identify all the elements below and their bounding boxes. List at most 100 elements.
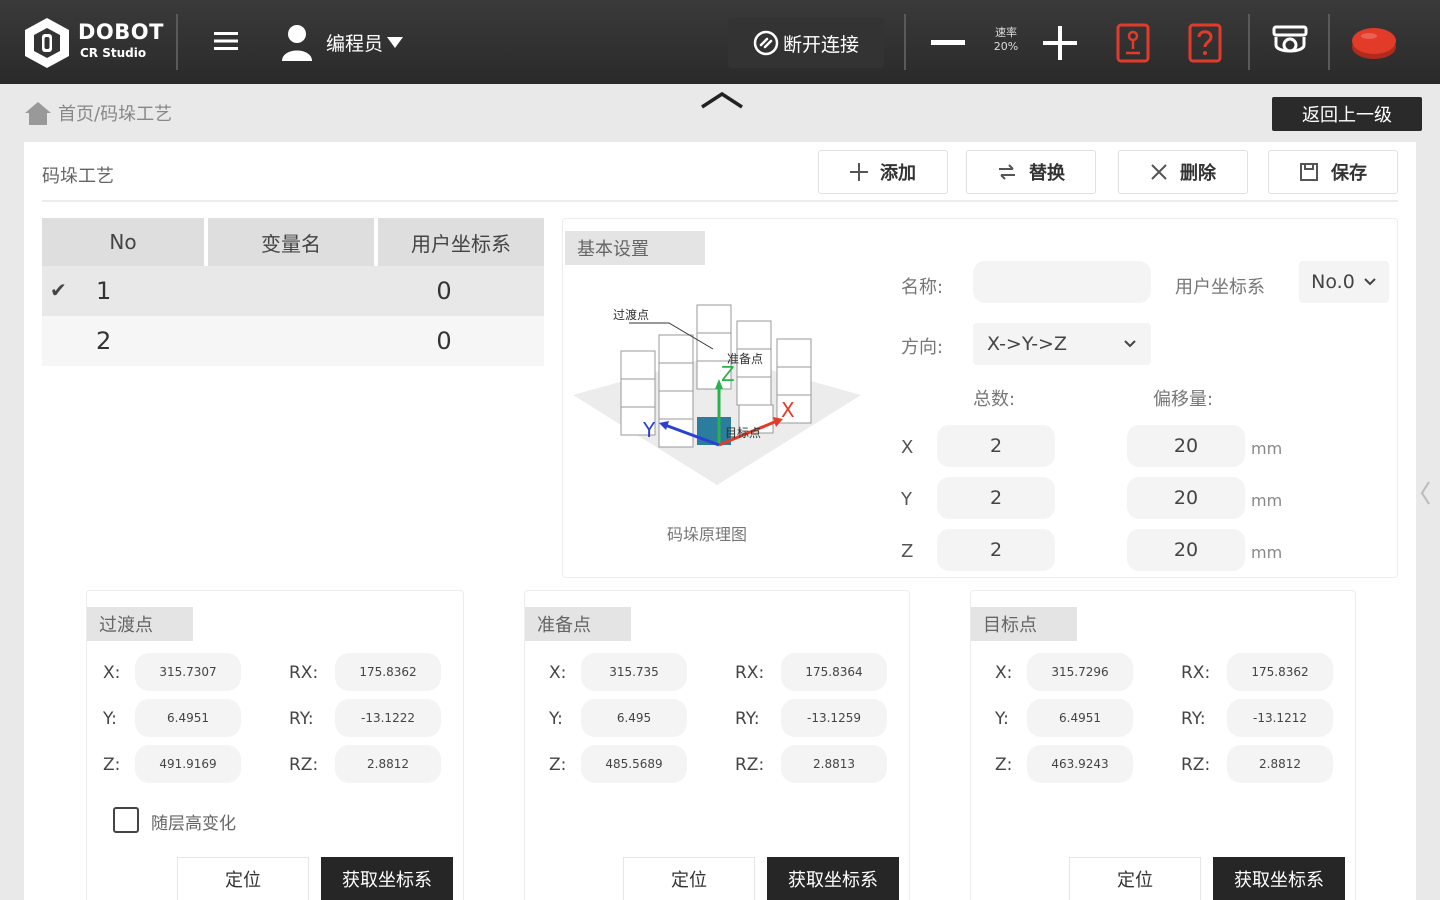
speed-value: 20%: [993, 40, 1019, 53]
x-label: X:: [995, 663, 1013, 683]
locate-button[interactable]: 定位: [623, 857, 755, 900]
column-header-variable[interactable]: 变量名: [208, 218, 378, 266]
direction-value: X->Y->Z: [987, 333, 1067, 355]
card-title: 过渡点: [87, 607, 193, 641]
offset-label: 偏移量:: [1153, 389, 1214, 410]
hamburger-menu-icon[interactable]: [212, 28, 240, 54]
dobot-logo: DOBOT CR Studio: [22, 16, 164, 70]
delete-label: 删除: [1180, 163, 1216, 184]
card-title: 准备点: [525, 607, 631, 641]
direction-select[interactable]: X->Y->Z: [973, 323, 1151, 365]
replace-button[interactable]: 替换: [966, 150, 1096, 194]
axis-x-row-label: X: [901, 437, 914, 458]
x-unit: mm: [1251, 439, 1283, 458]
save-icon: [1300, 163, 1318, 181]
z-value[interactable]: 463.9243: [1027, 745, 1133, 783]
palletizing-diagram-image: Z X Y 过渡点 准备点 目标点: [573, 304, 861, 485]
z-value[interactable]: 485.5689: [581, 745, 687, 783]
z-value[interactable]: 491.9169: [135, 745, 241, 783]
table-header: No 变量名 用户坐标系: [42, 218, 544, 266]
ry-value[interactable]: -13.1212: [1227, 699, 1333, 737]
rx-value[interactable]: 175.8364: [781, 653, 887, 691]
ry-value[interactable]: -13.1259: [781, 699, 887, 737]
divider: [1248, 14, 1250, 70]
add-label: 添加: [880, 163, 916, 184]
home-icon[interactable]: [24, 100, 52, 126]
emergency-stop-icon: [1352, 28, 1396, 59]
user-menu[interactable]: 编程员: [280, 22, 404, 62]
row-coord: 0: [436, 277, 452, 305]
rz-value[interactable]: 2.8813: [781, 745, 887, 783]
speed-label: 速率: [995, 26, 1017, 39]
y-value[interactable]: 6.495: [581, 699, 687, 737]
rz-value[interactable]: 2.8812: [1227, 745, 1333, 783]
delete-button[interactable]: 删除: [1118, 150, 1248, 194]
chevron-down-icon: [1364, 278, 1376, 286]
get-coordinate-button[interactable]: 获取坐标系: [767, 857, 899, 900]
y-value[interactable]: 6.4951: [135, 699, 241, 737]
z-label: Z:: [549, 755, 567, 775]
camera-button[interactable]: [1268, 20, 1312, 66]
save-button[interactable]: 保存: [1268, 150, 1398, 194]
divider: [1328, 14, 1330, 70]
table-row[interactable]: ✔ 1 0: [42, 266, 544, 316]
plus-icon: [850, 163, 868, 181]
follow-layer-height-checkbox[interactable]: [113, 807, 139, 833]
x-total-input[interactable]: 2: [937, 425, 1055, 467]
x-offset-input[interactable]: 20: [1127, 425, 1245, 467]
diagram-prepare-label: 准备点: [727, 352, 763, 366]
ry-label: RY:: [735, 709, 760, 729]
speed-decrease-button[interactable]: [930, 20, 966, 66]
follow-layer-height-label: 随层高变化: [151, 814, 236, 834]
palletizing-panel: 码垛工艺 添加 替换 删除 保存 No 变量名 用户坐标系 ✔ 1 0 2 0: [24, 142, 1416, 900]
breadcrumb: 首页/码垛工艺: [24, 100, 172, 126]
disconnect-button[interactable]: 断开连接: [728, 18, 884, 68]
logo-subtext: CR Studio: [80, 46, 147, 60]
z-offset-input[interactable]: 20: [1127, 529, 1245, 571]
help-button[interactable]: [1186, 20, 1224, 66]
z-label: Z:: [995, 755, 1013, 775]
emergency-stop-button[interactable]: [1348, 20, 1400, 66]
chevron-down-icon: [1124, 340, 1136, 348]
locate-button[interactable]: 定位: [177, 857, 309, 900]
rz-value[interactable]: 2.8812: [335, 745, 441, 783]
user-coord-value: No.0: [1311, 271, 1355, 293]
ry-label: RY:: [1181, 709, 1206, 729]
x-value[interactable]: 315.735: [581, 653, 687, 691]
divider: [904, 14, 906, 70]
top-bar: DOBOT CR Studio 编程员 断开连接 速率 20%: [0, 0, 1440, 84]
ry-label: RY:: [289, 709, 314, 729]
x-value[interactable]: 315.7296: [1027, 653, 1133, 691]
column-header-coord[interactable]: 用户坐标系: [378, 218, 544, 266]
y-total-input[interactable]: 2: [937, 477, 1055, 519]
y-offset-input[interactable]: 20: [1127, 477, 1245, 519]
column-header-no[interactable]: No: [42, 218, 208, 266]
swap-icon: [999, 164, 1015, 180]
x-value[interactable]: 315.7307: [135, 653, 241, 691]
side-panel-expand-icon[interactable]: [1418, 478, 1432, 508]
basic-settings-tab[interactable]: 基本设置: [565, 231, 705, 265]
name-input[interactable]: [973, 261, 1151, 303]
get-coordinate-button[interactable]: 获取坐标系: [1213, 857, 1345, 900]
ry-value[interactable]: -13.1222: [335, 699, 441, 737]
check-icon: ✔: [50, 278, 67, 302]
table-row[interactable]: 2 0: [42, 316, 544, 366]
user-coord-select[interactable]: No.0: [1299, 261, 1389, 303]
get-coordinate-button[interactable]: 获取坐标系: [321, 857, 453, 900]
locate-button[interactable]: 定位: [1069, 857, 1201, 900]
logo-text: DOBOT: [78, 20, 164, 44]
z-unit: mm: [1251, 543, 1283, 562]
breadcrumb-text[interactable]: 首页/码垛工艺: [58, 100, 172, 126]
z-label: Z:: [103, 755, 121, 775]
robot-status-button[interactable]: [1114, 20, 1152, 66]
rx-value[interactable]: 175.8362: [335, 653, 441, 691]
collapse-chevron-up-icon[interactable]: [700, 90, 744, 110]
speed-increase-button[interactable]: [1042, 20, 1078, 66]
add-button[interactable]: 添加: [818, 150, 948, 194]
y-value[interactable]: 6.4951: [1027, 699, 1133, 737]
rx-value[interactable]: 175.8362: [1227, 653, 1333, 691]
z-total-input[interactable]: 2: [937, 529, 1055, 571]
y-unit: mm: [1251, 491, 1283, 510]
back-button[interactable]: 返回上一级: [1272, 97, 1422, 131]
save-label: 保存: [1331, 163, 1367, 184]
